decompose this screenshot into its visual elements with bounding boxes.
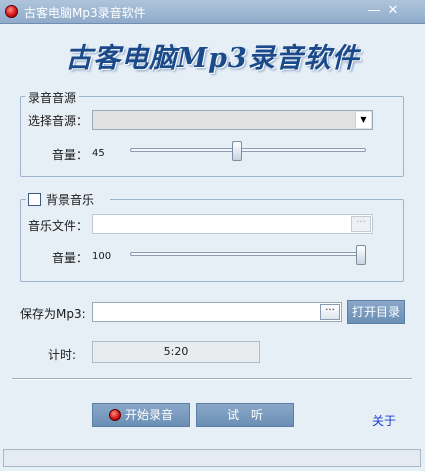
divider	[12, 378, 412, 380]
music-volume-thumb[interactable]	[356, 245, 366, 265]
save-browse-button[interactable]: ···	[320, 304, 340, 320]
music-group-label: 背景音乐	[46, 193, 95, 207]
save-path-input[interactable]: ···	[92, 302, 342, 322]
music-group-legend: 背景音乐	[26, 191, 110, 207]
music-file-input[interactable]: ···	[92, 214, 373, 234]
music-volume-slider[interactable]	[130, 252, 366, 256]
music-groupbox	[20, 199, 404, 282]
source-select[interactable]: ▼	[92, 110, 373, 130]
source-select-label: 选择音源：	[28, 114, 89, 128]
source-volume-label: 音量：	[52, 148, 89, 162]
record-dot-icon	[5, 5, 18, 18]
music-enable-checkbox[interactable]	[28, 193, 41, 206]
about-link[interactable]: 关于	[372, 412, 396, 429]
source-group-legend: 录音音源	[25, 89, 80, 106]
music-file-label: 音乐文件：	[28, 219, 89, 233]
source-groupbox	[20, 96, 404, 177]
save-as-label: 保存为Mp3:	[20, 307, 86, 321]
title-bar[interactable]: 古客电脑Mp3录音软件 — ✕	[0, 0, 425, 24]
timer-label: 计时:	[48, 348, 77, 362]
chevron-down-icon[interactable]: ▼	[355, 112, 371, 128]
source-volume-value: 45	[92, 148, 105, 159]
start-recording-button[interactable]: 开始录音	[92, 403, 190, 427]
listen-button[interactable]: 试 听	[196, 403, 294, 427]
record-dot-icon	[108, 409, 121, 421]
music-volume-value: 100	[92, 251, 112, 262]
open-directory-button[interactable]: 打开目录	[347, 300, 405, 324]
music-volume-label: 音量：	[52, 251, 89, 265]
status-bar	[3, 449, 421, 467]
close-button[interactable]: ✕	[385, 3, 401, 19]
source-volume-slider[interactable]	[130, 148, 366, 152]
window-title: 古客电脑Mp3录音软件	[24, 6, 146, 20]
timer-display: 5:20	[92, 341, 260, 363]
start-recording-label: 开始录音	[124, 408, 173, 422]
minimize-button[interactable]: —	[366, 3, 382, 19]
banner-title: 古客电脑Mp3录音软件	[65, 43, 360, 74]
source-volume-thumb[interactable]	[231, 141, 242, 161]
music-browse-button[interactable]: ···	[351, 216, 371, 232]
